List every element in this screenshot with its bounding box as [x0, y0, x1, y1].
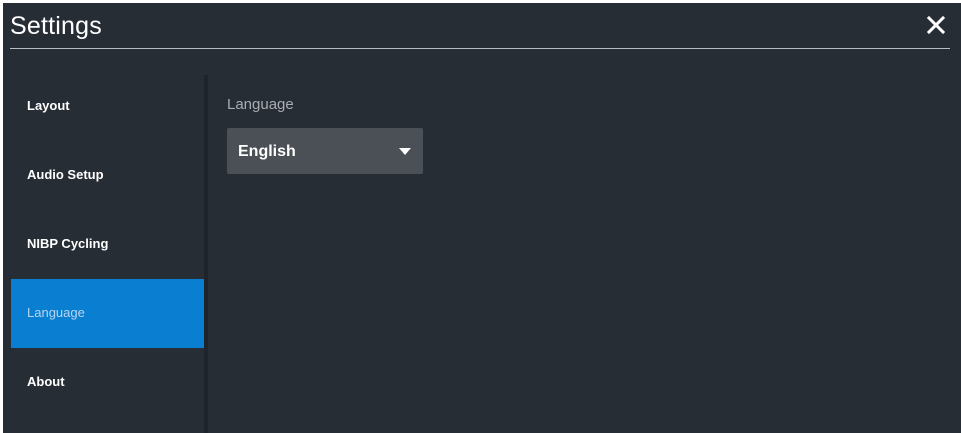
sidebar-item-layout[interactable]: Layout	[11, 72, 204, 141]
sidebar-item-label: Audio Setup	[27, 167, 104, 182]
settings-sidebar: Layout Audio Setup NIBP Cycling Language…	[3, 72, 204, 433]
sidebar-item-nibp-cycling[interactable]: NIBP Cycling	[11, 210, 204, 279]
sidebar-item-label: About	[27, 374, 65, 389]
close-icon	[926, 15, 946, 35]
header-divider	[10, 48, 950, 49]
sidebar-item-audio-setup[interactable]: Audio Setup	[11, 141, 204, 210]
sidebar-item-language[interactable]: Language	[11, 279, 204, 348]
settings-header: Settings	[3, 3, 961, 49]
page-title: Settings	[10, 12, 102, 40]
language-select-value: English	[238, 143, 296, 160]
language-select[interactable]: English	[227, 128, 423, 174]
sidebar-item-label: NIBP Cycling	[27, 236, 109, 251]
close-button[interactable]	[923, 12, 949, 38]
language-field-label: Language	[227, 96, 294, 113]
sidebar-item-label: Language	[27, 305, 85, 320]
sidebar-divider	[204, 75, 208, 433]
sidebar-item-about[interactable]: About	[11, 348, 204, 417]
settings-window: Settings Layout Audio Setup NIBP Cycling…	[3, 3, 961, 433]
sidebar-item-label: Layout	[27, 98, 70, 113]
caret-down-icon	[399, 148, 411, 155]
